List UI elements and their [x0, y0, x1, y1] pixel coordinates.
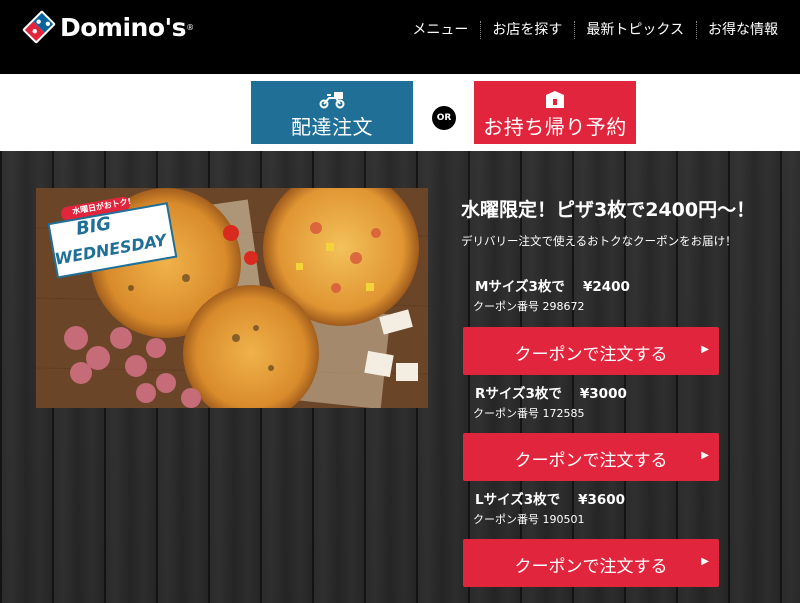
nav-item-deals[interactable]: お得な情報 [696, 20, 790, 40]
offer-price: ¥3000 [579, 386, 627, 402]
coupon-code: クーポン番号 172585 [473, 407, 585, 420]
offer-price: ¥2400 [582, 279, 630, 295]
offer-size-label: Lサイズ3枚で [475, 492, 561, 508]
chevron-right-icon: ▶ [701, 344, 709, 355]
offer-l-size: Lサイズ3枚で ¥3600 クーポン番号 190501 クーポンで注文する ▶ [463, 488, 719, 587]
order-type-bar: 配達注文 お持ち帰り予約 [0, 74, 800, 151]
offer-title: Mサイズ3枚で ¥2400 [475, 275, 719, 295]
nav-item-topics[interactable]: 最新トピックス [574, 20, 696, 40]
coupon-code: クーポン番号 298672 [473, 300, 585, 313]
or-separator: OR [432, 106, 456, 130]
takeout-order-label: お持ち帰り予約 [483, 115, 627, 139]
coupon-button-label: クーポンで注文する [514, 345, 668, 365]
offer-size-label: Mサイズ3枚で [475, 279, 565, 295]
coupon-code: クーポン番号 190501 [473, 513, 585, 526]
offer-title: Lサイズ3枚で ¥3600 [475, 488, 719, 508]
dominos-logo[interactable]: Domino's ® [20, 8, 194, 46]
promo-section: 水曜日がおトク! BIG WEDNESDAY 水曜限定！ピザ3枚で2400円〜！… [0, 151, 800, 603]
order-with-coupon-button[interactable]: クーポンで注文する ▶ [463, 327, 719, 375]
domino-logo-icon [22, 10, 56, 44]
brand-name: Domino's [60, 12, 187, 42]
order-with-coupon-button[interactable]: クーポンで注文する ▶ [463, 433, 719, 481]
takeout-order-button[interactable]: お持ち帰り予約 [474, 81, 636, 144]
coupon-button-label: クーポンで注文する [514, 451, 668, 471]
offer-size-label: Rサイズ3枚で [475, 386, 562, 402]
promo-title: 水曜限定！ピザ3枚で2400円〜！ [461, 199, 756, 221]
order-with-coupon-button[interactable]: クーポンで注文する ▶ [463, 539, 719, 587]
promo-subtitle: デリバリー注文で使えるおトクなクーポンをお届け！ [461, 234, 737, 248]
registered-mark: ® [186, 22, 195, 32]
nav-item-store-finder[interactable]: お店を探す [480, 20, 574, 40]
offer-r-size: Rサイズ3枚で ¥3000 クーポン番号 172585 クーポンで注文する ▶ [463, 382, 719, 481]
delivery-order-label: 配達注文 [291, 115, 373, 139]
offer-title: Rサイズ3枚で ¥3000 [475, 382, 719, 402]
main-nav: メニュー お店を探す 最新トピックス お得な情報 [400, 20, 790, 40]
nav-item-menu[interactable]: メニュー [400, 20, 480, 40]
chevron-right-icon: ▶ [701, 556, 709, 567]
chevron-right-icon: ▶ [701, 450, 709, 461]
delivery-order-button[interactable]: 配達注文 [251, 81, 413, 144]
big-wednesday-pizza-image[interactable]: 水曜日がおトク! BIG WEDNESDAY [36, 188, 428, 408]
offer-m-size: Mサイズ3枚で ¥2400 クーポン番号 298672 クーポンで注文する ▶ [463, 275, 719, 375]
offer-price: ¥3600 [578, 492, 626, 508]
coupon-button-label: クーポンで注文する [514, 557, 668, 577]
site-header: Domino's ® メニュー お店を探す 最新トピックス お得な情報 [0, 0, 800, 74]
delivery-scooter-icon [319, 92, 345, 109]
takeout-box-icon [546, 91, 564, 108]
